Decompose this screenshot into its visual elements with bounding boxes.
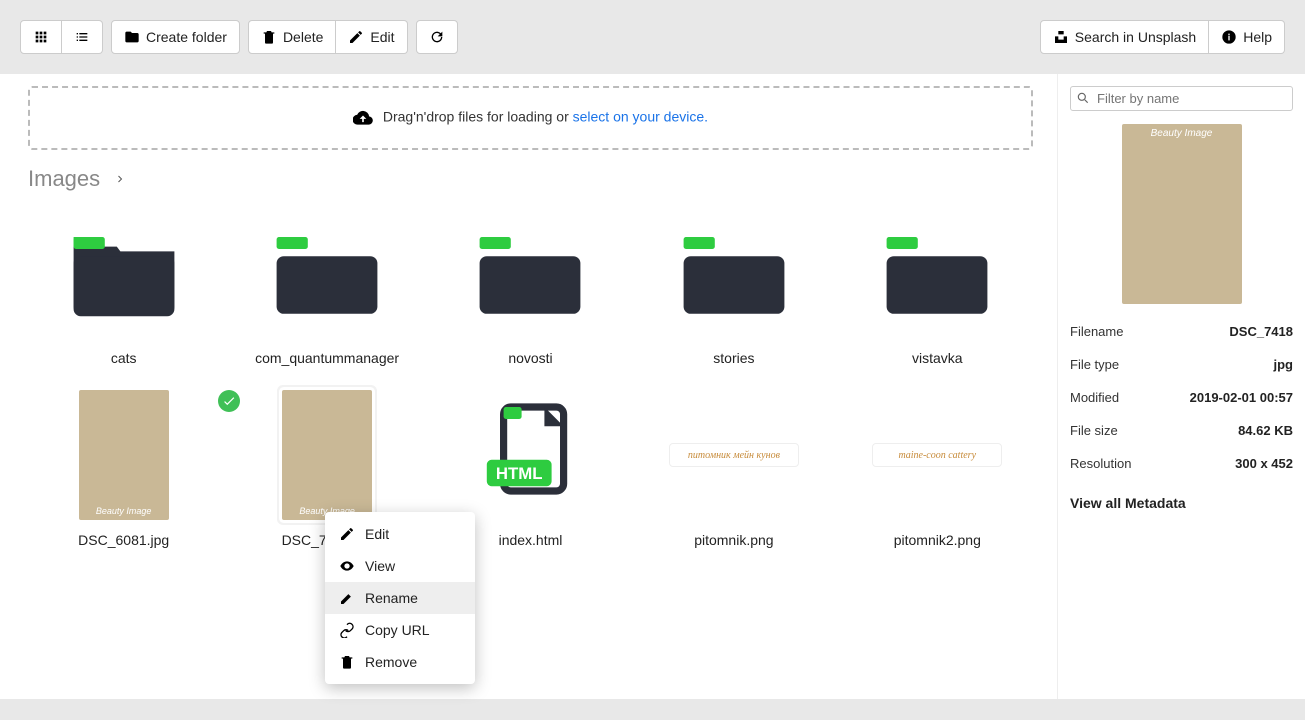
folder-label: com_quantummanager [255, 350, 399, 366]
help-button[interactable]: Help [1209, 20, 1285, 54]
meta-value: DSC_7418 [1229, 324, 1293, 339]
folder-item[interactable]: novosti [435, 208, 626, 366]
file-label: DSC_6081.jpg [78, 532, 169, 548]
create-folder-label: Create folder [146, 29, 227, 45]
folder-icon [124, 29, 140, 45]
context-rename[interactable]: Rename [325, 582, 475, 614]
trash-icon [261, 29, 277, 45]
file-item[interactable]: Beauty Image DSC_6081.jpg [28, 390, 219, 548]
image-thumbnail: maine-coon cattery [872, 443, 1002, 467]
meta-value: 300 x 452 [1235, 456, 1293, 471]
dropzone[interactable]: Drag'n'drop files for loading or select … [28, 86, 1033, 150]
grid-view-button[interactable] [20, 20, 62, 54]
item-grid: cats com_quantummanager novosti stories … [28, 208, 1033, 548]
folder-icon [470, 213, 590, 333]
folder-icon [64, 213, 184, 333]
list-icon [74, 29, 90, 45]
context-remove[interactable]: Remove [325, 646, 475, 678]
meta-value: jpg [1274, 357, 1294, 372]
list-view-button[interactable] [62, 20, 103, 54]
meta-key: Modified [1070, 390, 1119, 405]
folder-item[interactable]: vistavka [842, 208, 1033, 366]
apps-icon [33, 29, 49, 45]
image-thumbnail: Beauty Image [282, 390, 372, 520]
context-edit[interactable]: Edit [325, 518, 475, 550]
unsplash-button[interactable]: Search in Unsplash [1040, 20, 1209, 54]
html-file-icon: HTML [470, 390, 590, 520]
unsplash-icon [1053, 29, 1069, 45]
folder-label: vistavka [912, 350, 963, 366]
edit-icon [348, 29, 364, 45]
breadcrumb: Images [28, 166, 1033, 192]
info-icon [1221, 29, 1237, 45]
refresh-icon [429, 29, 445, 45]
folder-item[interactable]: com_quantummanager [231, 208, 422, 366]
content-area: Drag'n'drop files for loading or select … [4, 74, 1057, 699]
file-label: pitomnik.png [694, 532, 773, 548]
edit-label: Edit [370, 29, 394, 45]
edit-icon [339, 526, 355, 542]
trash-icon [339, 654, 355, 670]
help-label: Help [1243, 29, 1272, 45]
folder-icon [674, 213, 794, 333]
create-folder-button[interactable]: Create folder [111, 20, 240, 54]
delete-label: Delete [283, 29, 323, 45]
folder-item[interactable]: cats [28, 208, 219, 366]
rename-icon [339, 590, 355, 606]
filter-input[interactable] [1070, 86, 1293, 111]
unsplash-label: Search in Unsplash [1075, 29, 1196, 45]
selected-badge [218, 390, 240, 412]
folder-icon [877, 213, 997, 333]
chevron-right-icon [114, 173, 126, 185]
cloud-upload-icon [353, 108, 373, 128]
svg-text:HTML: HTML [496, 464, 543, 483]
breadcrumb-root[interactable]: Images [28, 166, 100, 192]
file-item[interactable]: питомник мейн кунов pitomnik.png [638, 390, 829, 548]
image-thumbnail: Beauty Image [79, 390, 169, 520]
file-label: pitomnik2.png [894, 532, 981, 548]
folder-label: stories [713, 350, 754, 366]
meta-key: Resolution [1070, 456, 1131, 471]
meta-key: Filename [1070, 324, 1123, 339]
meta-key: File size [1070, 423, 1118, 438]
edit-button[interactable]: Edit [336, 20, 407, 54]
meta-value: 84.62 KB [1238, 423, 1293, 438]
preview-image: Beauty Image [1122, 124, 1242, 304]
folder-item[interactable]: stories [638, 208, 829, 366]
meta-key: File type [1070, 357, 1119, 372]
context-view[interactable]: View [325, 550, 475, 582]
check-icon [222, 394, 236, 408]
file-label: index.html [499, 532, 563, 548]
eye-icon [339, 558, 355, 574]
link-icon [339, 622, 355, 638]
image-thumbnail: питомник мейн кунов [669, 443, 799, 467]
context-menu: Edit View Rename Copy URL Remove [325, 512, 475, 684]
view-toggle [20, 20, 103, 54]
toolbar: Create folder Delete Edit Search in Unsp… [0, 0, 1305, 74]
view-all-metadata-link[interactable]: View all Metadata [1070, 495, 1293, 511]
dropzone-text: Drag'n'drop files for loading or [383, 109, 573, 125]
folder-icon [267, 213, 387, 333]
details-sidebar: Beauty Image Filename DSC_7418 File type j… [1057, 74, 1305, 699]
dropzone-link[interactable]: select on your device. [573, 109, 708, 125]
folder-label: novosti [508, 350, 552, 366]
meta-value: 2019-02-01 00:57 [1190, 390, 1293, 405]
refresh-button[interactable] [416, 20, 458, 54]
context-copy-url[interactable]: Copy URL [325, 614, 475, 646]
delete-button[interactable]: Delete [248, 20, 336, 54]
file-item[interactable]: maine-coon cattery pitomnik2.png [842, 390, 1033, 548]
search-icon [1076, 91, 1090, 105]
folder-label: cats [111, 350, 137, 366]
